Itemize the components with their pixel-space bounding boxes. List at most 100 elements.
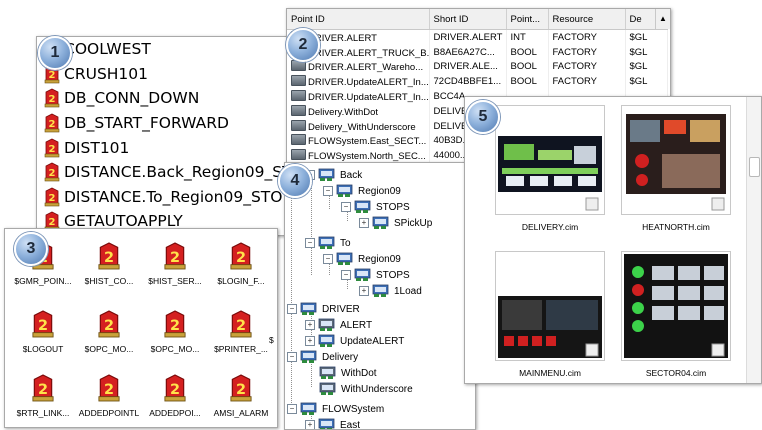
tree-node[interactable]: − DRIVER [287,301,360,317]
alarm-grid-item[interactable]: 2 $LOGIN_F... [207,241,275,286]
alarm-item-label: DIST101 [64,138,130,157]
screen-thumbnail[interactable]: DELIVERY.cim [495,105,605,232]
point-id-cell: FLOWSystem.North_SEC... [287,148,430,164]
alarm-list-item[interactable]: 2COOLWEST [37,37,307,62]
svg-text:2: 2 [49,144,56,155]
tree-node[interactable]: − STOPS [341,267,410,283]
expand-icon[interactable]: + [305,320,315,330]
collapse-icon[interactable]: − [287,404,297,414]
alarm-grid-label: AMSI_ALARM [213,408,269,418]
tree-node-label: DRIVER [322,303,360,315]
svg-text:2: 2 [170,318,180,334]
tree-node-label: ALERT [340,319,373,331]
alarm-item-label: DB_START_FORWARD [64,114,229,133]
alarm-grid-item[interactable]: 2 $OPC_MO... [75,309,143,354]
tree-node[interactable]: WithDot [305,365,377,381]
alarm-grid-item[interactable]: 2 AMSI_ALARM [207,373,275,418]
tree-node-label: 1Load [394,285,422,297]
alarm-icon: 2 [30,309,56,339]
alarm-list-item[interactable]: 2 DB_START_FORWARD [37,111,307,136]
scroll-up-button[interactable]: ▲ [655,9,670,29]
point-id-text: DRIVER.UpdateALERT_In... [308,77,429,89]
point-group-icon [372,216,390,230]
collapse-icon[interactable]: − [341,202,351,212]
alarm-grid-item[interactable]: 2 ADDEDPOINTL [75,373,143,418]
collapse-icon[interactable]: − [323,186,333,196]
collapse-icon[interactable]: − [323,254,333,264]
screen-preview [495,105,605,215]
tree-node-label: Region09 [358,253,401,265]
alarm-list-panel: 2COOLWEST2CRUSH1012DB_CONN_DOWN2DB_START… [36,36,308,236]
tree-node[interactable]: − Region09 [323,251,401,267]
column-header[interactable]: Point... [506,9,549,30]
alarm-grid-item[interactable]: 2 ADDEDPOI... [141,373,209,418]
screen-thumbnail[interactable]: SECTOR04.cim [621,251,731,378]
device-icon [291,119,306,131]
alarm-item-label: CRUSH101 [64,64,149,83]
alarm-icon: 2 [43,138,61,158]
alarm-item-label: DISTANCE.Back_Region09_STOPS_SPickUp [64,163,308,182]
alarm-list-item[interactable]: 2 DISTANCE.To_Region09_STOPS_1Load [37,185,307,210]
expand-icon[interactable]: + [305,336,315,346]
device-icon [291,60,306,72]
tree-node[interactable]: + East [305,417,360,429]
point-group-icon [318,168,336,182]
tree-node[interactable]: + ALERT [305,317,372,333]
column-header[interactable]: Short ID [429,9,507,30]
tree-node[interactable]: + UpdateALERT [305,333,404,349]
svg-text:2: 2 [38,382,48,398]
expand-icon[interactable]: + [359,286,369,296]
svg-text:2: 2 [49,70,56,81]
point-id-text: DRIVER.ALERT_Wareho... [308,62,424,74]
expand-icon[interactable]: + [305,420,315,429]
tree-node-label: SPickUp [394,217,433,229]
table-cell: $GL [625,74,668,90]
alarm-grid-item[interactable]: 2 $HIST_SER... [141,241,209,286]
tree-node[interactable]: − To [305,235,351,251]
collapse-icon[interactable]: − [341,270,351,280]
tree-node[interactable]: +1Load [359,283,422,299]
collapse-icon[interactable]: − [287,304,297,314]
alarm-list-item[interactable]: 2 CRUSH101 [37,62,307,87]
tree-node[interactable]: − STOPS [341,199,410,215]
svg-text:2: 2 [49,94,56,105]
collapse-icon[interactable]: − [287,352,297,362]
alarm-grid-item[interactable]: 2 $HIST_CO... [75,241,143,286]
alarm-icon: 2 [43,162,61,182]
collapse-icon[interactable]: − [305,238,315,248]
column-header[interactable]: Point ID [287,9,430,30]
screen-preview [621,105,731,215]
tree-node[interactable]: − FLOWSystem [287,401,384,417]
alarm-icon: 2 [96,373,122,403]
table-row[interactable]: DRIVER.UpdateALERT_In... 72CD4BBFE1... BOO… [287,74,668,90]
alarm-list-item[interactable]: 2 DISTANCE.Back_Region09_STOPS_SPickUp [37,160,307,185]
alarm-list-item[interactable]: 2 DB_CONN_DOWN [37,86,307,111]
tree-node-label: WithDot [341,367,377,379]
tree-node[interactable]: − Region09 [323,183,401,199]
column-header[interactable]: Resource [548,9,626,30]
table-row[interactable]: DRIVER.ALERT DRIVER.ALERT INT FACTORY $GL [287,29,668,45]
tree-node[interactable]: − Delivery [287,349,358,365]
tree-node[interactable]: −Back [305,167,362,183]
alarm-grid-item[interactable]: 2 $PRINTER_... [207,309,275,354]
table-row[interactable]: DRIVER.ALERT_TRUCK_B... B8AE6A27C... BOOL F… [287,44,668,60]
tree-node[interactable]: WithUnderscore [305,381,413,397]
alarm-list-item[interactable]: 2 DIST101 [37,135,307,160]
svg-text:2: 2 [49,119,56,130]
tree-node-label: Delivery [322,351,359,363]
scrollbar-thumb[interactable] [749,157,760,177]
alarm-icon: 2 [162,241,188,271]
point-id-cell: FLOWSystem.East_SECT... [287,133,430,149]
screen-thumbnail[interactable]: MAINMENU.cim [495,251,605,378]
point-group-icon [300,350,318,364]
alarm-grid-item[interactable]: 2 $RTR_LINK... [9,373,77,418]
table-row[interactable]: DRIVER.ALERT_Wareho... DRIVER.ALE... BOOL F… [287,59,668,75]
alarm-grid-item[interactable]: 2 $OPC_MO... [141,309,209,354]
table-cell: BOOL [506,59,549,75]
alarm-grid-item[interactable]: 2 $LOGOUT [9,309,77,354]
screen-thumbnail[interactable]: HEATNORTH.cim [621,105,731,232]
tree-node[interactable]: + SPickUp [359,215,432,231]
vertical-scrollbar[interactable] [746,97,761,383]
alarm-grid-label: $OPC_MO... [84,344,134,354]
expand-icon[interactable]: + [359,218,369,228]
